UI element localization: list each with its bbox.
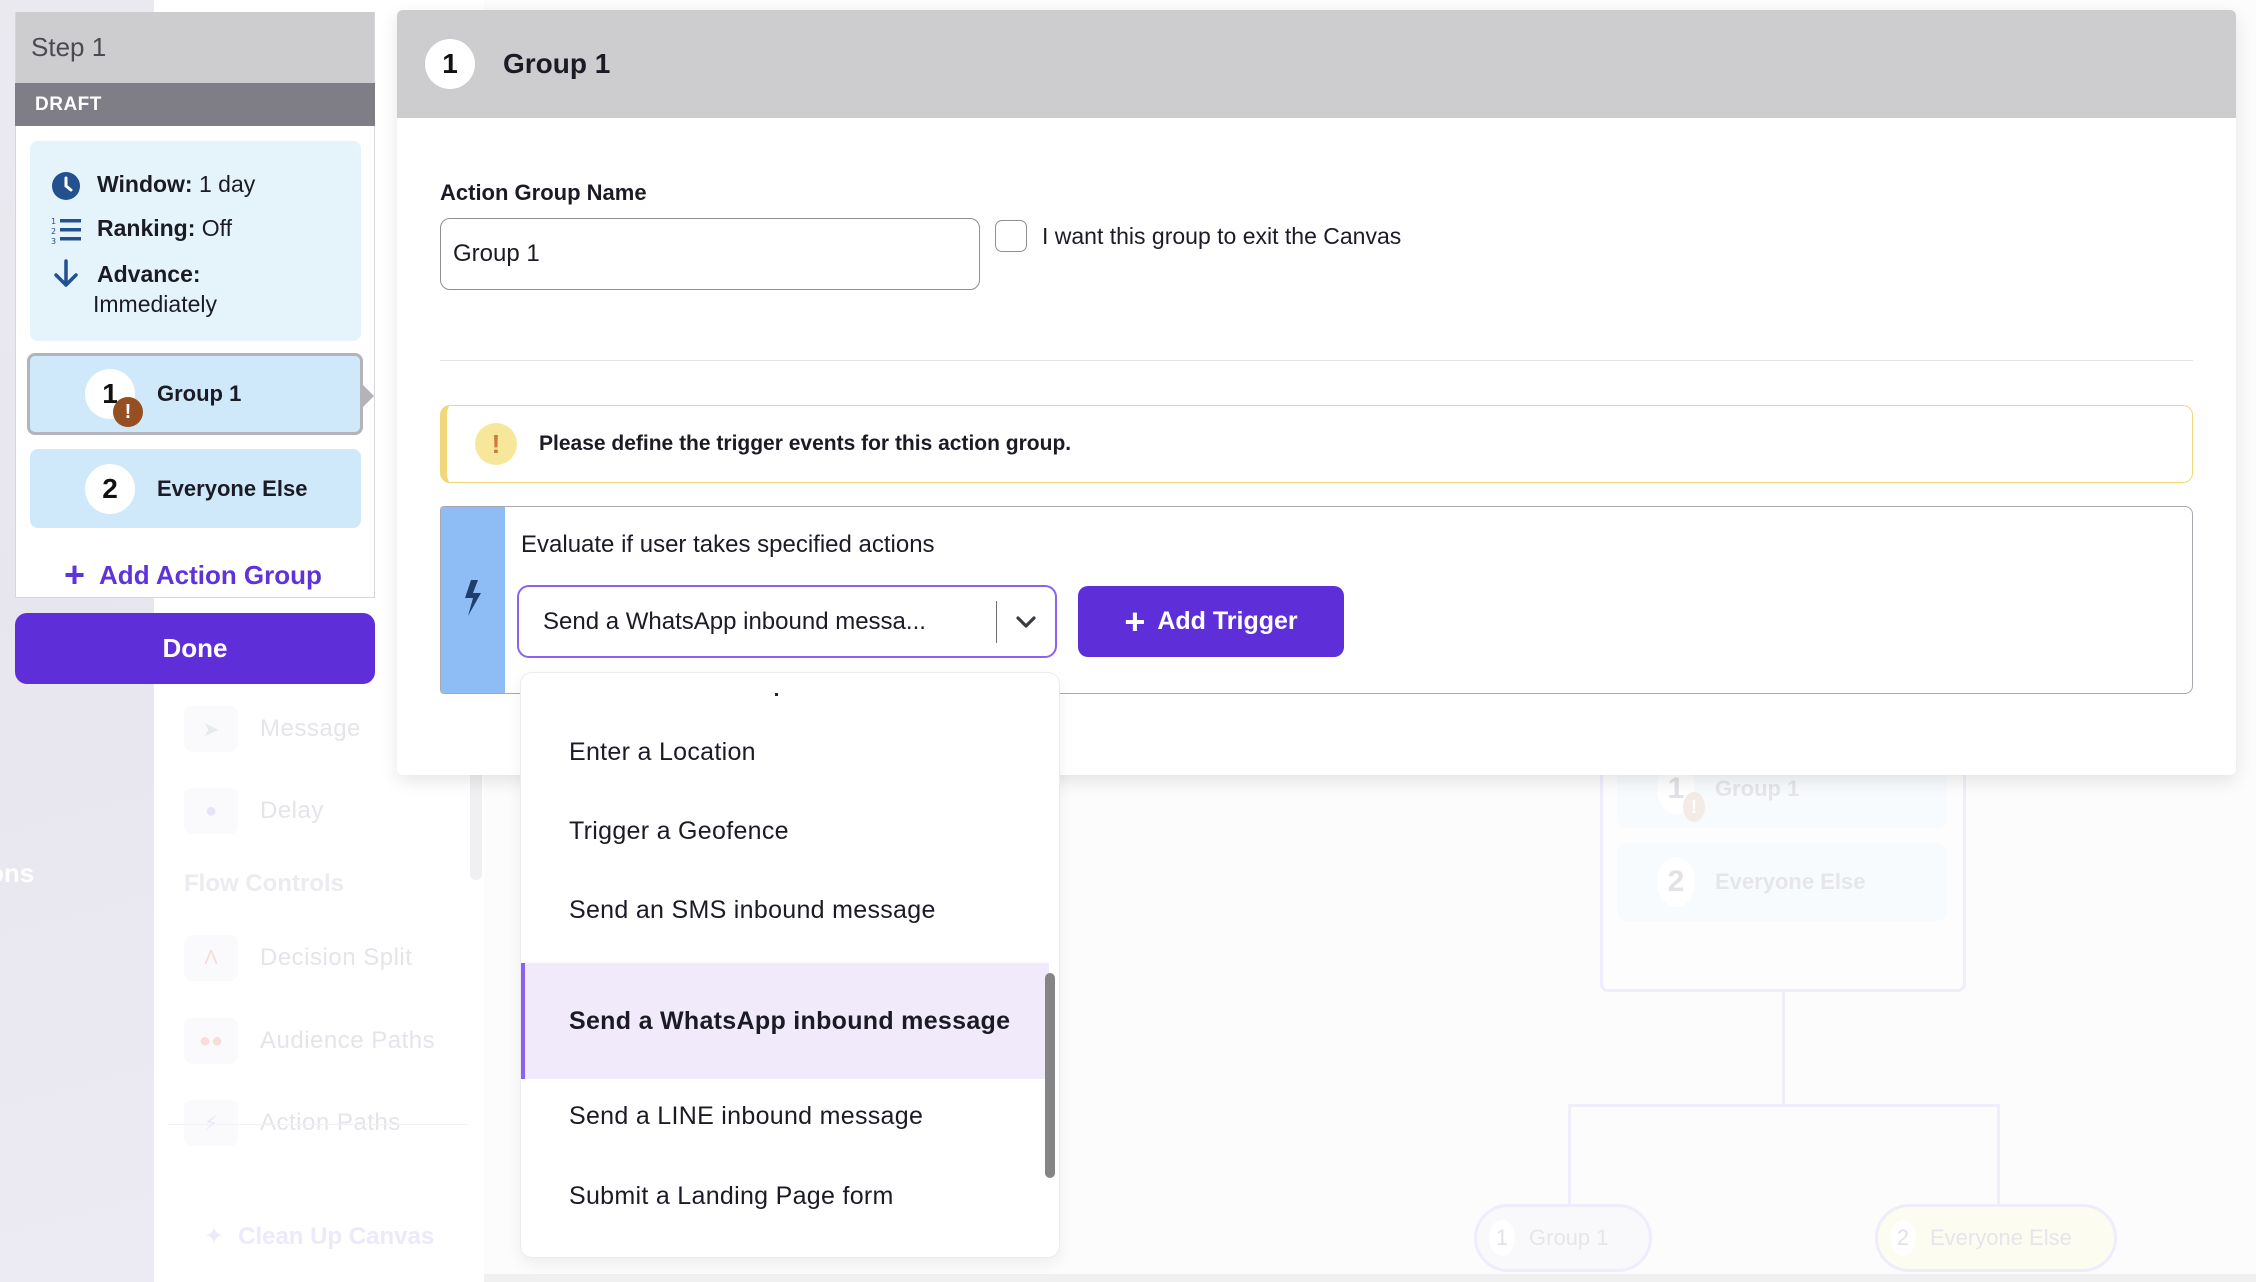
select-separator [995, 600, 997, 643]
dropdown-scrollbar[interactable] [1045, 973, 1055, 1178]
canvas-step-node[interactable]: 1 ! Group 1 2 Everyone Else [1600, 740, 1966, 992]
group-number-badge: 1 ! [85, 369, 143, 427]
ranking-row: 123 Ranking: Off [51, 215, 233, 245]
dropdown-option[interactable]: Send an SMS inbound message [521, 879, 1051, 941]
lightning-icon [462, 579, 484, 621]
sidebar-item-audience-paths[interactable]: ●● Audience Paths [184, 1018, 435, 1064]
warning-icon: ! [1683, 792, 1705, 822]
advance-row: Advance: Immediately [51, 259, 361, 318]
done-button[interactable]: Done [15, 613, 375, 684]
flow-controls-heading: Flow Controls [184, 870, 344, 897]
dropdown-option-active[interactable]: Send a WhatsApp inbound message [521, 963, 1049, 1079]
trigger-strip [441, 507, 505, 693]
exit-canvas-checkbox[interactable] [995, 220, 1027, 252]
warning-text: Please define the trigger events for thi… [539, 432, 1072, 455]
sidebar-item-delay[interactable]: ● Delay [184, 788, 324, 834]
step-info-box: Window: 1 day 123 Ranking: Off Advance: … [30, 141, 361, 341]
connector-line [1782, 992, 1785, 1105]
trigger-section: Evaluate if user takes specified actions… [440, 506, 2193, 694]
modal-header: 1 Group 1 [397, 10, 2236, 118]
group-number-badge: 2 [85, 463, 135, 514]
numbered-list-icon: 123 [51, 215, 81, 245]
action-group-modal: 1 Group 1 Action Group Name I want this … [397, 10, 2236, 775]
connector-line [1997, 1104, 2000, 1206]
section-divider [440, 360, 2193, 361]
connector-line [1568, 1104, 1571, 1206]
connector-line [1568, 1104, 2000, 1107]
status-badge: DRAFT [15, 83, 375, 126]
trigger-event-dropdown[interactable]: Enter a Location Trigger a Geofence Send… [520, 672, 1060, 1258]
dropdown-option[interactable]: Submit a Landing Page form [521, 1165, 1051, 1227]
exclamation-icon: ! [475, 423, 517, 465]
trigger-title: Evaluate if user takes specified actions [521, 531, 935, 558]
action-group-name-label: Action Group Name [440, 180, 647, 205]
action-group-name-input[interactable] [440, 218, 980, 290]
exit-canvas-label[interactable]: I want this group to exit the Canvas [1042, 223, 1401, 250]
chevron-down-icon[interactable] [1015, 615, 1055, 629]
action-group-item-group-1[interactable]: 1 ! Group 1 [27, 353, 374, 435]
trigger-warning-banner: ! Please define the trigger events for t… [440, 405, 2193, 483]
paper-plane-icon: ➤ [184, 706, 238, 752]
sidebar-item-action-paths[interactable]: ⚡ Action Paths [184, 1100, 401, 1146]
magic-wand-icon: ✦ [204, 1223, 225, 1250]
canvas-node-row: 2 Everyone Else [1617, 843, 1947, 921]
step-panel: Step 1 DRAFT Window: 1 day 123 Ranking: … [15, 12, 375, 598]
split-icon: Λ [184, 935, 238, 981]
action-group-item-everyone-else[interactable]: 2 Everyone Else [30, 449, 361, 528]
window-row: Window: 1 day [51, 171, 361, 201]
group-number-badge: 1 [425, 39, 475, 89]
dropdown-option[interactable]: Send a LINE inbound message [521, 1085, 1051, 1147]
scroll-indicator-dot [775, 693, 778, 696]
clock-icon: ● [184, 788, 238, 834]
group-label: Group 1 [157, 381, 242, 406]
arrow-down-icon [51, 259, 81, 289]
sidebar-divider [168, 1124, 468, 1125]
branch-pill-group-1[interactable]: 1 Group 1 [1474, 1204, 1652, 1272]
modal-title: Group 1 [503, 48, 611, 79]
trigger-event-select[interactable]: Send a WhatsApp inbound messa... [517, 585, 1057, 658]
dropdown-option[interactable]: Enter a Location [521, 721, 1051, 783]
plus-icon: + [1124, 600, 1146, 642]
warning-icon: ! [113, 397, 143, 427]
branch-pill-everyone-else[interactable]: 2 Everyone Else [1875, 1204, 2117, 1272]
clock-icon [51, 171, 81, 201]
dropdown-option[interactable]: Trigger a Geofence [521, 800, 1051, 862]
selected-value: Send a WhatsApp inbound messa... [543, 607, 926, 635]
sidebar-item-decision-split[interactable]: Λ Decision Split [184, 935, 412, 981]
group-label: Everyone Else [157, 475, 308, 501]
sidebar-item-message[interactable]: ➤ Message [184, 706, 361, 752]
add-action-group-button[interactable]: + Add Action Group [64, 557, 322, 593]
users-icon: ●● [184, 1018, 238, 1064]
add-trigger-button[interactable]: + Add Trigger [1078, 586, 1344, 657]
plus-icon: + [64, 554, 86, 595]
rail-text: ons [0, 858, 35, 888]
step-title: Step 1 [16, 12, 374, 83]
svg-text:1: 1 [51, 217, 56, 226]
background-bottom-bar [484, 1274, 2256, 1282]
clean-up-canvas-button[interactable]: ✦ Clean Up Canvas [204, 1222, 434, 1251]
svg-text:2: 2 [51, 227, 56, 236]
lightning-icon: ⚡ [184, 1100, 238, 1146]
svg-text:3: 3 [51, 237, 56, 245]
